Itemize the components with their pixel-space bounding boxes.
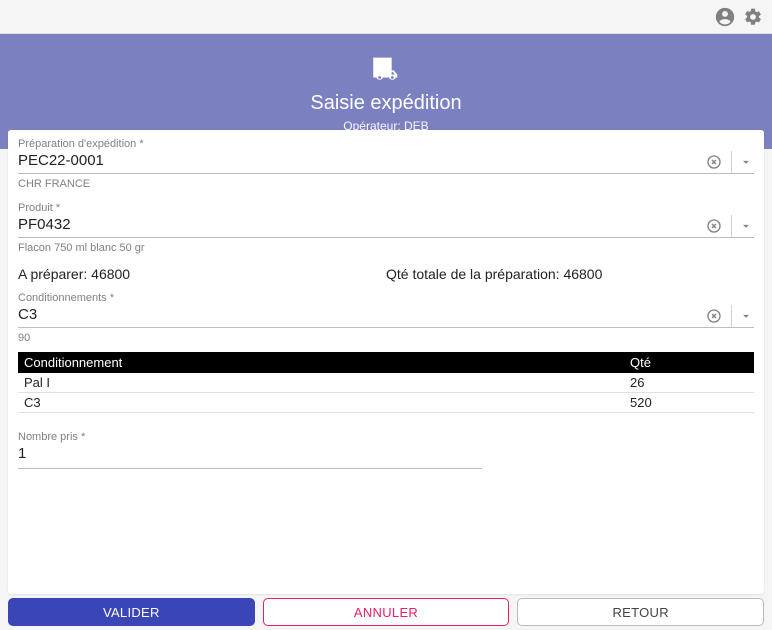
packaging-input[interactable] <box>18 304 705 327</box>
prep-label: Préparation d'expédition * <box>18 138 754 150</box>
separator <box>731 151 732 173</box>
qty-taken-input[interactable] <box>18 443 482 466</box>
qty-taken-label: Nombre pris * <box>18 431 754 443</box>
field-product: Produit * <box>18 202 754 238</box>
packaging-hint: 90 <box>18 332 754 344</box>
page-title: Saisie expédition <box>0 92 772 115</box>
prep-hint: CHR FRANCE <box>18 178 754 190</box>
total-label: Qté totale de la préparation: <box>386 266 560 282</box>
packaging-table: Conditionnement Qté Pal I26C3520 <box>18 352 754 413</box>
field-preparation: Préparation d'expédition * <box>18 138 754 174</box>
underline <box>18 468 482 469</box>
form-card: Préparation d'expédition * CHR FRANCE Pr… <box>8 130 764 594</box>
back-button[interactable]: RETOUR <box>517 598 764 626</box>
info-row: A préparer: 46800 Qté totale de la prépa… <box>18 266 754 282</box>
truck-icon <box>0 52 772 86</box>
prep-input[interactable] <box>18 150 705 173</box>
col-pack: Conditionnement <box>18 352 624 373</box>
field-qty-taken: Nombre pris * <box>18 431 754 469</box>
packaging-label: Conditionnements * <box>18 292 754 304</box>
cell-qty: 26 <box>624 373 754 393</box>
col-qty: Qté <box>624 352 754 373</box>
cancel-button[interactable]: ANNULER <box>263 598 510 626</box>
to-prepare-value: 46800 <box>91 266 130 282</box>
gear-icon[interactable] <box>742 6 764 28</box>
account-icon[interactable] <box>714 6 736 28</box>
table-row: Pal I26 <box>18 373 754 393</box>
top-bar <box>0 0 772 34</box>
chevron-down-icon[interactable] <box>738 218 754 234</box>
to-prepare-label: A préparer: <box>18 266 87 282</box>
table-row: C3520 <box>18 393 754 413</box>
validate-button[interactable]: VALIDER <box>8 598 255 626</box>
button-bar: VALIDER ANNULER RETOUR <box>8 598 764 626</box>
field-packaging: Conditionnements * <box>18 292 754 328</box>
clear-icon[interactable] <box>705 307 723 325</box>
total-value: 46800 <box>563 266 602 282</box>
cell-qty: 520 <box>624 393 754 413</box>
separator <box>731 215 732 237</box>
product-hint: Flacon 750 ml blanc 50 gr <box>18 242 754 254</box>
cell-pack: Pal I <box>18 373 624 393</box>
product-input[interactable] <box>18 214 705 237</box>
clear-icon[interactable] <box>705 153 723 171</box>
clear-icon[interactable] <box>705 217 723 235</box>
product-label: Produit * <box>18 202 754 214</box>
chevron-down-icon[interactable] <box>738 154 754 170</box>
chevron-down-icon[interactable] <box>738 308 754 324</box>
separator <box>731 305 732 327</box>
cell-pack: C3 <box>18 393 624 413</box>
